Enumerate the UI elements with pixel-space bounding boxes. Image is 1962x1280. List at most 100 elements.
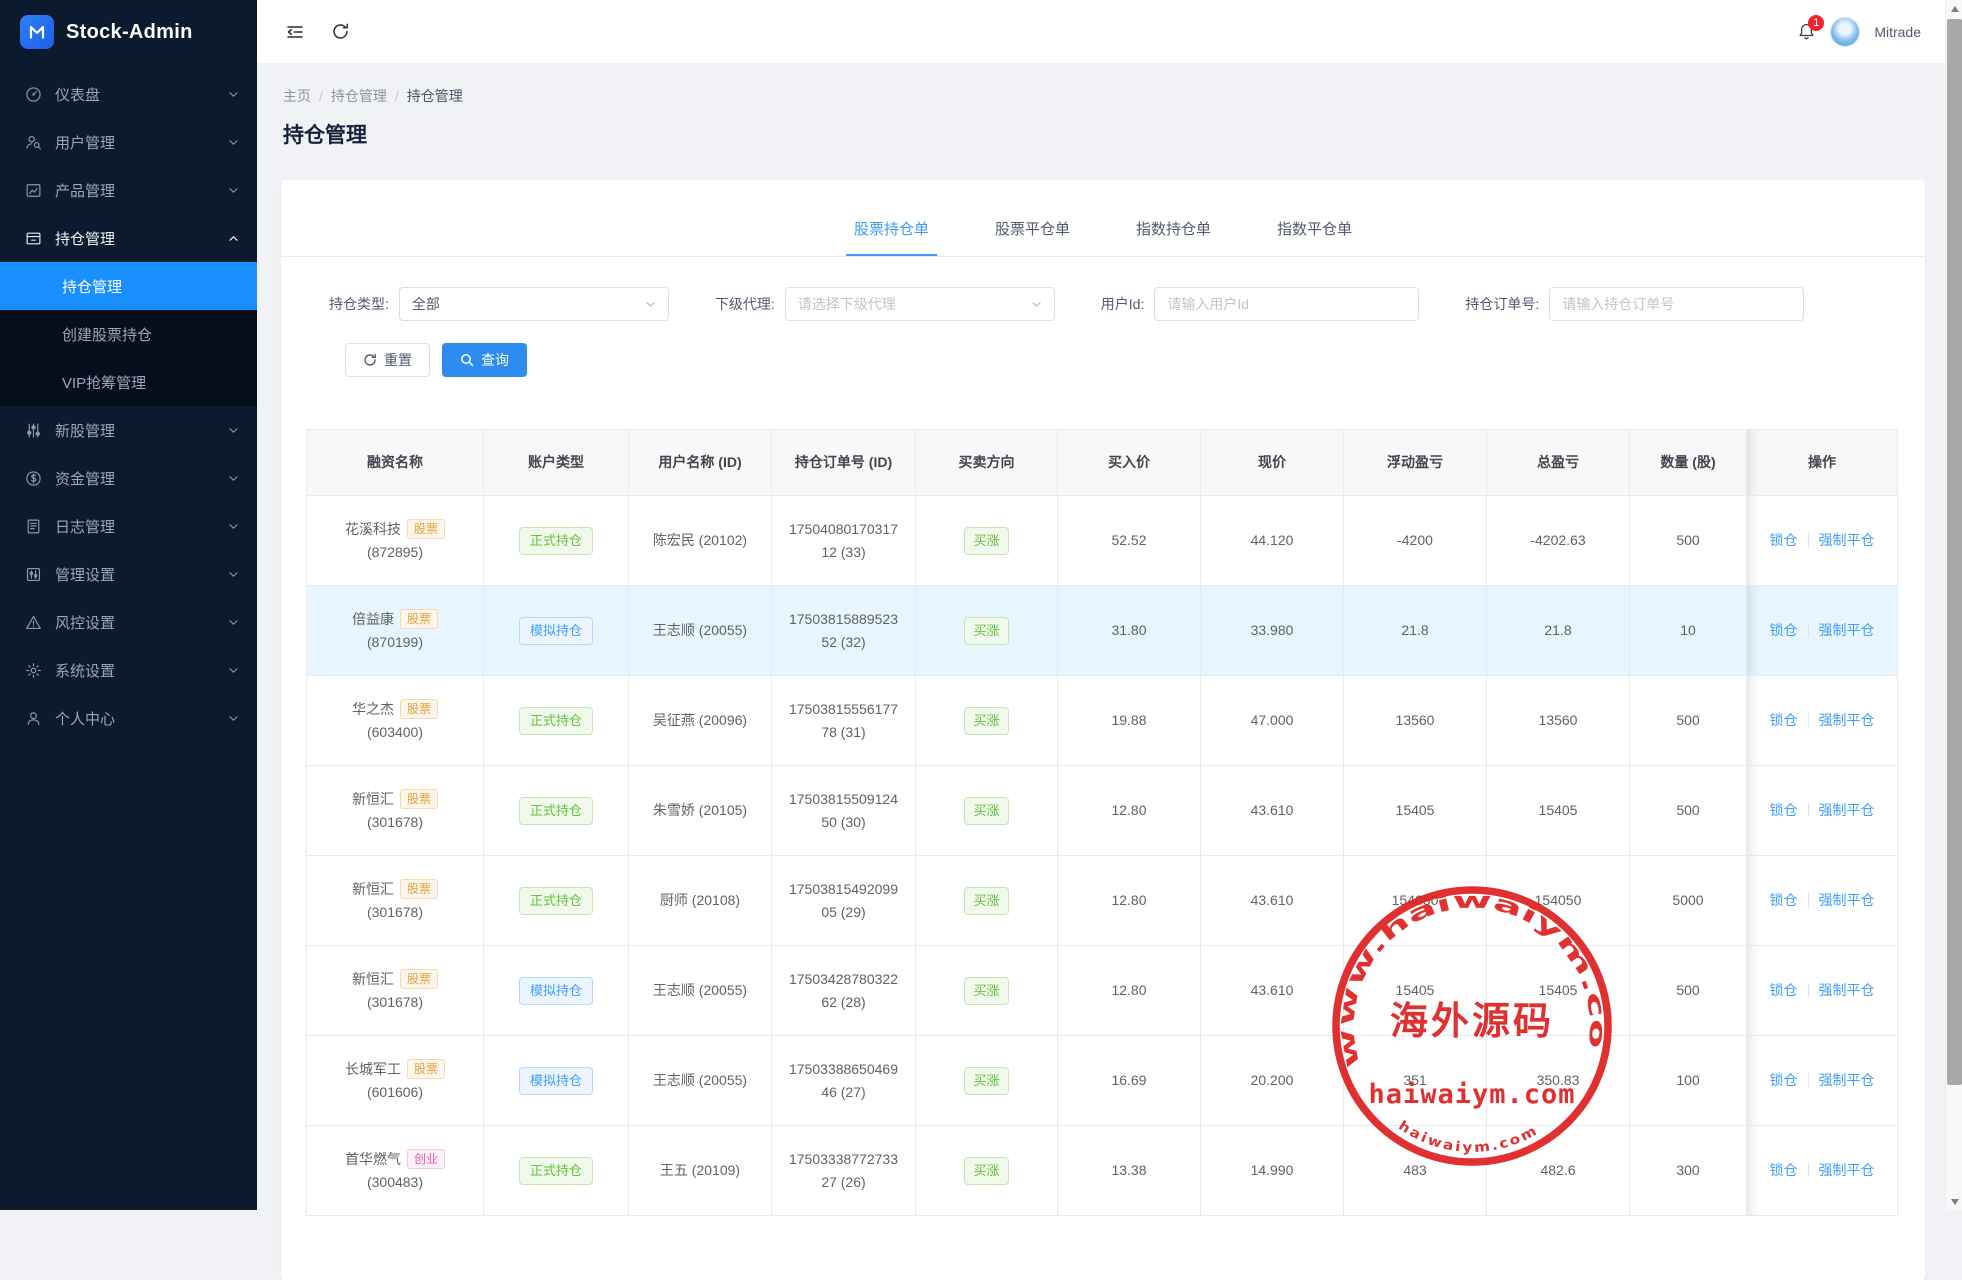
table-cell: 33.980 bbox=[1201, 586, 1344, 676]
agent-select[interactable]: 请选择下级代理 bbox=[785, 287, 1055, 321]
force-close-link[interactable]: 强制平仓 bbox=[1819, 979, 1875, 1001]
table-cell: 100 bbox=[1630, 1036, 1747, 1126]
tab-item[interactable]: 指数平仓单 bbox=[1269, 218, 1360, 256]
app-logo-icon bbox=[20, 15, 54, 49]
agent-placeholder: 请选择下级代理 bbox=[798, 294, 896, 314]
sidebar-item-label: 风控设置 bbox=[55, 612, 115, 633]
breadcrumb: 主页 / 持仓管理 / 持仓管理 bbox=[283, 86, 1917, 106]
buy-price: 13.38 bbox=[1111, 1162, 1146, 1178]
tab-active[interactable]: 股票持仓单 bbox=[846, 218, 937, 256]
sidebar-item[interactable]: 风控设置 bbox=[0, 598, 257, 646]
table-cell: 21.8 bbox=[1344, 586, 1487, 676]
force-close-link[interactable]: 强制平仓 bbox=[1819, 799, 1875, 821]
menu-fold-icon[interactable] bbox=[285, 22, 305, 42]
search-button[interactable]: 查询 bbox=[442, 343, 527, 377]
quantity: 500 bbox=[1676, 982, 1699, 998]
scroll-down-arrow-icon[interactable] bbox=[1946, 1193, 1962, 1210]
tab-item[interactable]: 股票平仓单 bbox=[987, 218, 1078, 256]
tab-bar: 股票持仓单 股票平仓单 指数持仓单 指数平仓单 bbox=[281, 180, 1925, 257]
stock-name: 倍益康 bbox=[352, 608, 394, 630]
sidebar-item[interactable]: 资金管理 bbox=[0, 454, 257, 502]
column-header: 操作 bbox=[1747, 430, 1898, 496]
sidebar-item[interactable]: 个人中心 bbox=[0, 694, 257, 742]
table-cell: 20.200 bbox=[1201, 1036, 1344, 1126]
sidebar-item[interactable]: 日志管理 bbox=[0, 502, 257, 550]
reset-button[interactable]: 重置 bbox=[345, 343, 430, 377]
lock-position-link[interactable]: 锁仓 bbox=[1770, 529, 1798, 551]
scrollbar-thumb[interactable] bbox=[1947, 19, 1962, 1085]
table-cell: 15405 bbox=[1344, 946, 1487, 1036]
username[interactable]: Mitrade bbox=[1874, 24, 1921, 40]
table-cell: 锁仓强制平仓 bbox=[1747, 496, 1898, 586]
position-type-select[interactable]: 全部 bbox=[399, 287, 669, 321]
table-cell: 王志顺 (20055) bbox=[629, 586, 772, 676]
breadcrumb-separator: / bbox=[319, 88, 323, 104]
force-close-link[interactable]: 强制平仓 bbox=[1819, 1159, 1875, 1181]
stock-name: 华之杰 bbox=[352, 698, 394, 720]
column-header: 账户类型 bbox=[484, 430, 629, 496]
sidebar-item[interactable]: 新股管理 bbox=[0, 406, 257, 454]
column-header: 买入价 bbox=[1058, 430, 1201, 496]
breadcrumb-section[interactable]: 持仓管理 bbox=[331, 86, 387, 106]
direction-tag: 买涨 bbox=[964, 617, 1008, 645]
sidebar-item[interactable]: 仪表盘 bbox=[0, 70, 257, 118]
stock-code: (870199) bbox=[313, 631, 477, 653]
force-close-link[interactable]: 强制平仓 bbox=[1819, 529, 1875, 551]
table-cell: 正式持仓 bbox=[484, 496, 629, 586]
account-type-tag: 正式持仓 bbox=[519, 707, 593, 735]
order-no-input[interactable] bbox=[1549, 287, 1804, 321]
table-cell: 模拟持仓 bbox=[484, 1036, 629, 1126]
buy-price: 19.88 bbox=[1111, 712, 1146, 728]
notification-bell-icon[interactable]: 1 bbox=[1797, 22, 1816, 41]
table-cell: 154050 bbox=[1487, 856, 1630, 946]
table-cell: 1750408017031712 (33) bbox=[772, 496, 916, 586]
table-cell: 吴征燕 (20096) bbox=[629, 676, 772, 766]
sidebar-item[interactable]: 持仓管理 bbox=[0, 214, 257, 262]
user-id-input[interactable] bbox=[1154, 287, 1419, 321]
sidebar-item[interactable]: 管理设置 bbox=[0, 550, 257, 598]
table-cell: 锁仓强制平仓 bbox=[1747, 946, 1898, 1036]
direction-tag: 买涨 bbox=[964, 1067, 1008, 1095]
lock-position-link[interactable]: 锁仓 bbox=[1770, 799, 1798, 821]
force-close-link[interactable]: 强制平仓 bbox=[1819, 1069, 1875, 1091]
table-cell: 正式持仓 bbox=[484, 856, 629, 946]
breadcrumb-home[interactable]: 主页 bbox=[283, 86, 311, 106]
sidebar-item[interactable]: 用户管理 bbox=[0, 118, 257, 166]
sidebar-subitem-active[interactable]: 持仓管理 bbox=[0, 262, 257, 310]
lock-position-link[interactable]: 锁仓 bbox=[1770, 979, 1798, 1001]
sidebar-subitem[interactable]: 创建股票持仓 bbox=[0, 310, 257, 358]
avatar[interactable] bbox=[1830, 17, 1860, 47]
stock-name: 首华燃气 bbox=[345, 1148, 401, 1170]
table-cell: 厨师 (20108) bbox=[629, 856, 772, 946]
order-number: 1750333877273327 (26) bbox=[778, 1148, 909, 1193]
force-close-link[interactable]: 强制平仓 bbox=[1819, 709, 1875, 731]
sidebar-subitem[interactable]: VIP抢筹管理 bbox=[0, 358, 257, 406]
search-button-label: 查询 bbox=[481, 350, 509, 370]
table-cell: 买涨 bbox=[916, 1036, 1058, 1126]
table-cell: 正式持仓 bbox=[484, 766, 629, 856]
sidebar-item[interactable]: 产品管理 bbox=[0, 166, 257, 214]
table-cell: 1750381555617778 (31) bbox=[772, 676, 916, 766]
refresh-icon[interactable] bbox=[331, 22, 350, 41]
lock-position-link[interactable]: 锁仓 bbox=[1770, 709, 1798, 731]
table-cell: -4202.63 bbox=[1487, 496, 1630, 586]
force-close-link[interactable]: 强制平仓 bbox=[1819, 619, 1875, 641]
lock-position-link[interactable]: 锁仓 bbox=[1770, 889, 1798, 911]
sidebar-item[interactable]: 系统设置 bbox=[0, 646, 257, 694]
vertical-scrollbar[interactable] bbox=[1945, 0, 1962, 1210]
action-divider bbox=[1808, 1163, 1809, 1177]
chevron-down-icon bbox=[228, 425, 239, 436]
user-name: 王五 (20109) bbox=[660, 1162, 740, 1178]
sidebar-item-label: 资金管理 bbox=[55, 468, 115, 489]
lock-position-link[interactable]: 锁仓 bbox=[1770, 1069, 1798, 1091]
sidebar-item-label: 持仓管理 bbox=[55, 228, 115, 249]
stock-type-tag: 创业 bbox=[407, 1149, 445, 1169]
total-pl: 154050 bbox=[1535, 892, 1582, 908]
lock-position-link[interactable]: 锁仓 bbox=[1770, 1159, 1798, 1181]
table-cell: 1750342878032262 (28) bbox=[772, 946, 916, 1036]
sidebar-item-label: 仪表盘 bbox=[55, 84, 100, 105]
scroll-up-arrow-icon[interactable] bbox=[1946, 0, 1962, 17]
tab-item[interactable]: 指数持仓单 bbox=[1128, 218, 1219, 256]
force-close-link[interactable]: 强制平仓 bbox=[1819, 889, 1875, 911]
lock-position-link[interactable]: 锁仓 bbox=[1770, 619, 1798, 641]
